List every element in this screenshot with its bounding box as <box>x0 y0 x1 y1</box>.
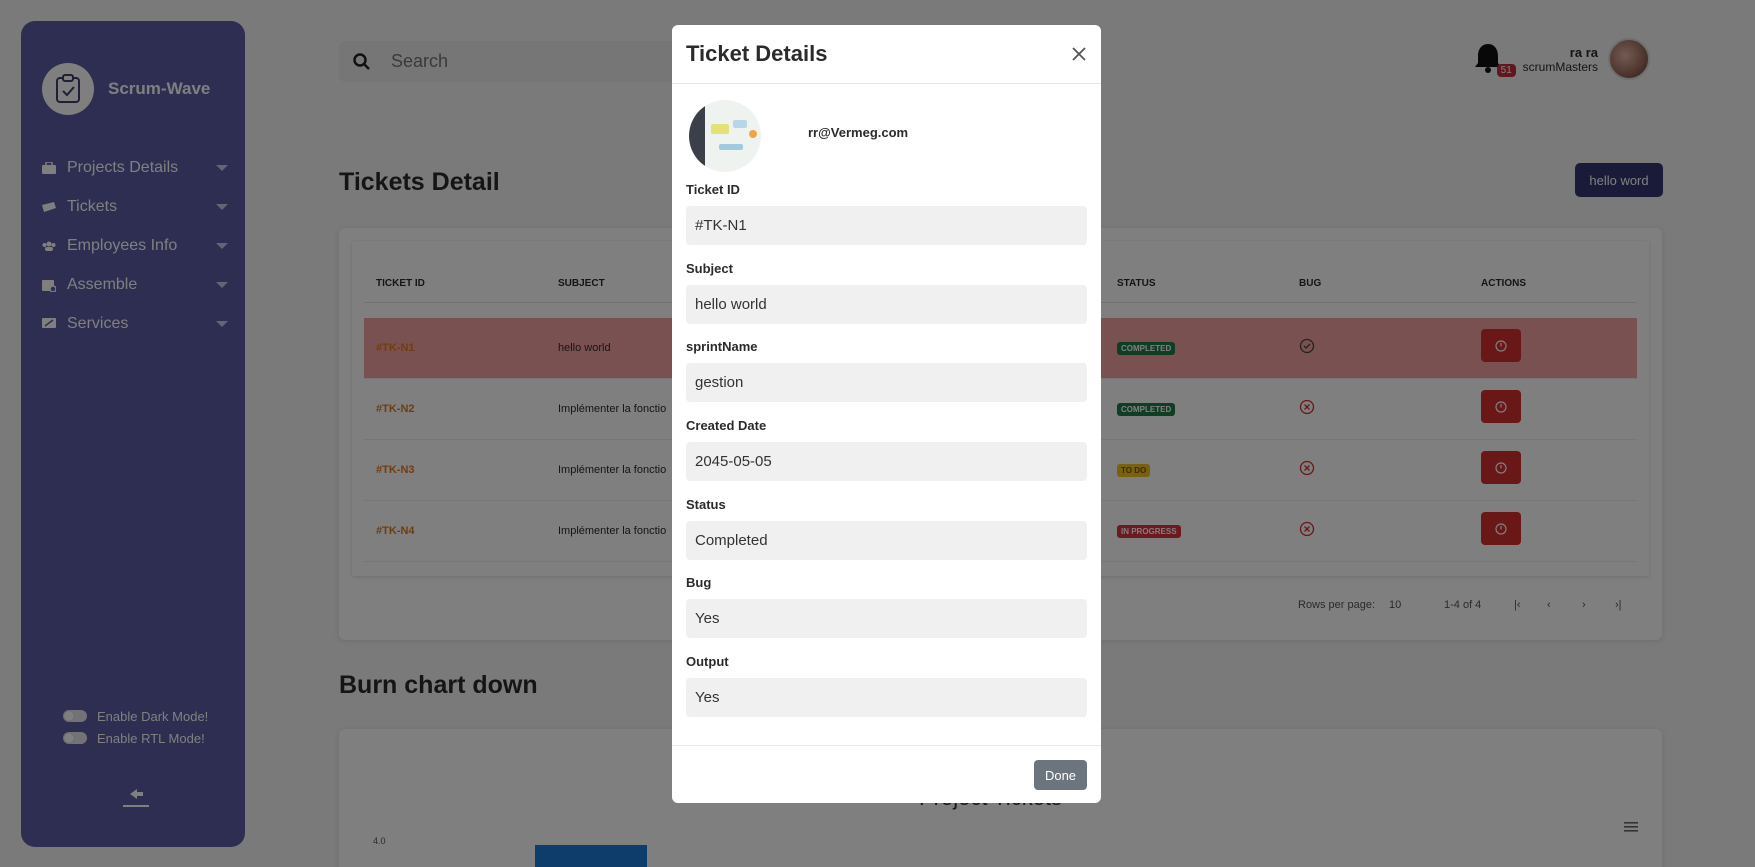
image-detail <box>719 144 743 150</box>
image-detail <box>733 120 747 128</box>
created-date-field[interactable]: 2045-05-05 <box>686 442 1087 481</box>
field-label-status: Status <box>686 497 726 512</box>
modal-title: Ticket Details <box>686 41 828 66</box>
field-label-bug: Bug <box>686 575 712 590</box>
ticket-id-field[interactable]: #TK-N1 <box>686 206 1087 245</box>
field-label-ticket-id: Ticket ID <box>686 182 740 197</box>
image-detail <box>711 124 729 134</box>
field-label-sprint-name: sprintName <box>686 339 758 354</box>
bug-field[interactable]: Yes <box>686 599 1087 638</box>
field-label-output: Output <box>686 654 729 669</box>
ticket-details-modal: Ticket Details rr@Vermeg.com Ticket ID #… <box>672 25 1101 803</box>
sprint-name-field[interactable]: gestion <box>686 363 1087 402</box>
ticket-email: rr@Vermeg.com <box>808 125 909 140</box>
subject-field[interactable]: hello world <box>686 285 1087 324</box>
modal-footer <box>672 745 1101 746</box>
output-field[interactable]: Yes <box>686 678 1087 717</box>
ticket-image <box>689 100 761 172</box>
modal-header: Ticket Details <box>672 25 1101 84</box>
image-detail <box>749 130 757 138</box>
field-label-subject: Subject <box>686 261 733 276</box>
done-button[interactable]: Done <box>1034 760 1087 790</box>
field-label-created-date: Created Date <box>686 418 767 433</box>
close-icon[interactable] <box>1070 45 1088 63</box>
status-field[interactable]: Completed <box>686 521 1087 560</box>
